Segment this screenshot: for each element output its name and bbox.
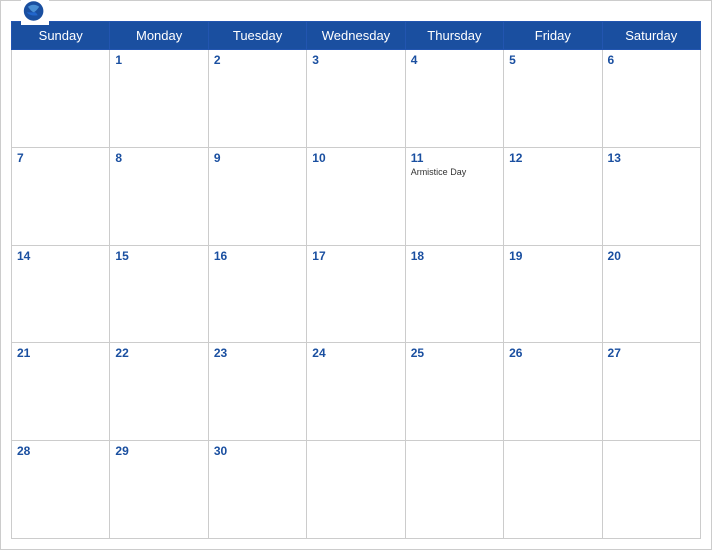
calendar-container: SundayMondayTuesdayWednesdayThursdayFrid… [1, 21, 711, 549]
day-number: 8 [115, 151, 202, 165]
day-number: 30 [214, 444, 301, 458]
day-number: 21 [17, 346, 104, 360]
day-number: 23 [214, 346, 301, 360]
calendar-cell: 14 [12, 245, 110, 343]
calendar-cell: 1 [110, 50, 208, 148]
day-number: 28 [17, 444, 104, 458]
week-row-4: 21 22 23 24 25 26 27 [12, 343, 701, 441]
week-row-2: 789 10 11 Armistice Day 12 13 [12, 147, 701, 245]
day-header-tuesday: Tuesday [208, 22, 306, 50]
calendar-cell: 22 [110, 343, 208, 441]
week-row-1: 123456 [12, 50, 701, 148]
day-number: 19 [509, 249, 596, 263]
calendar-page: SundayMondayTuesdayWednesdayThursdayFrid… [0, 0, 712, 550]
day-number: 2 [214, 53, 301, 67]
day-number: 29 [115, 444, 202, 458]
calendar-cell: 2 [208, 50, 306, 148]
calendar-cell: 3 [307, 50, 405, 148]
day-number: 11 [411, 151, 498, 165]
day-number: 26 [509, 346, 596, 360]
day-event: Armistice Day [411, 167, 498, 177]
calendar-cell: 13 [602, 147, 700, 245]
day-number: 6 [608, 53, 695, 67]
calendar-cell: 16 [208, 245, 306, 343]
calendar-cell: 10 [307, 147, 405, 245]
calendar-cell: 8 [110, 147, 208, 245]
day-number: 15 [115, 249, 202, 263]
day-number: 20 [608, 249, 695, 263]
calendar-cell: 18 [405, 245, 503, 343]
day-number: 12 [509, 151, 596, 165]
day-number: 24 [312, 346, 399, 360]
calendar-cell: 15 [110, 245, 208, 343]
calendar-cell: 5 [504, 50, 602, 148]
calendar-cell: 11 Armistice Day [405, 147, 503, 245]
day-number: 5 [509, 53, 596, 67]
day-number: 25 [411, 346, 498, 360]
day-number: 17 [312, 249, 399, 263]
logo [21, 0, 53, 25]
day-number: 13 [608, 151, 695, 165]
calendar-cell: 17 [307, 245, 405, 343]
day-number: 27 [608, 346, 695, 360]
calendar-cell [405, 441, 503, 539]
calendar-cell: 28 [12, 441, 110, 539]
day-header-saturday: Saturday [602, 22, 700, 50]
header [1, 1, 711, 21]
calendar-cell: 23 [208, 343, 306, 441]
day-header-friday: Friday [504, 22, 602, 50]
calendar-cell [504, 441, 602, 539]
day-number: 1 [115, 53, 202, 67]
calendar-cell: 12 [504, 147, 602, 245]
calendar-cell [12, 50, 110, 148]
calendar-cell: 6 [602, 50, 700, 148]
calendar-cell: 25 [405, 343, 503, 441]
calendar-table: SundayMondayTuesdayWednesdayThursdayFrid… [11, 21, 701, 539]
day-header-thursday: Thursday [405, 22, 503, 50]
day-number: 16 [214, 249, 301, 263]
calendar-cell: 21 [12, 343, 110, 441]
day-number: 14 [17, 249, 104, 263]
calendar-cell: 9 [208, 147, 306, 245]
day-number: 4 [411, 53, 498, 67]
day-number: 22 [115, 346, 202, 360]
calendar-cell: 7 [12, 147, 110, 245]
calendar-cell: 29 [110, 441, 208, 539]
days-of-week-row: SundayMondayTuesdayWednesdayThursdayFrid… [12, 22, 701, 50]
day-number: 9 [214, 151, 301, 165]
calendar-cell: 20 [602, 245, 700, 343]
week-row-5: 28 29 30 [12, 441, 701, 539]
calendar-cell: 4 [405, 50, 503, 148]
calendar-cell [602, 441, 700, 539]
day-number: 7 [17, 151, 104, 165]
day-number: 3 [312, 53, 399, 67]
calendar-cell [307, 441, 405, 539]
calendar-cell: 24 [307, 343, 405, 441]
calendar-cell: 19 [504, 245, 602, 343]
calendar-cell: 27 [602, 343, 700, 441]
week-row-3: 14 15 16 17 18 19 20 [12, 245, 701, 343]
day-header-wednesday: Wednesday [307, 22, 405, 50]
day-header-monday: Monday [110, 22, 208, 50]
day-header-sunday: Sunday [12, 22, 110, 50]
calendar-cell: 30 [208, 441, 306, 539]
calendar-cell: 26 [504, 343, 602, 441]
logo-icon [21, 0, 49, 25]
day-number: 18 [411, 249, 498, 263]
day-number: 10 [312, 151, 399, 165]
